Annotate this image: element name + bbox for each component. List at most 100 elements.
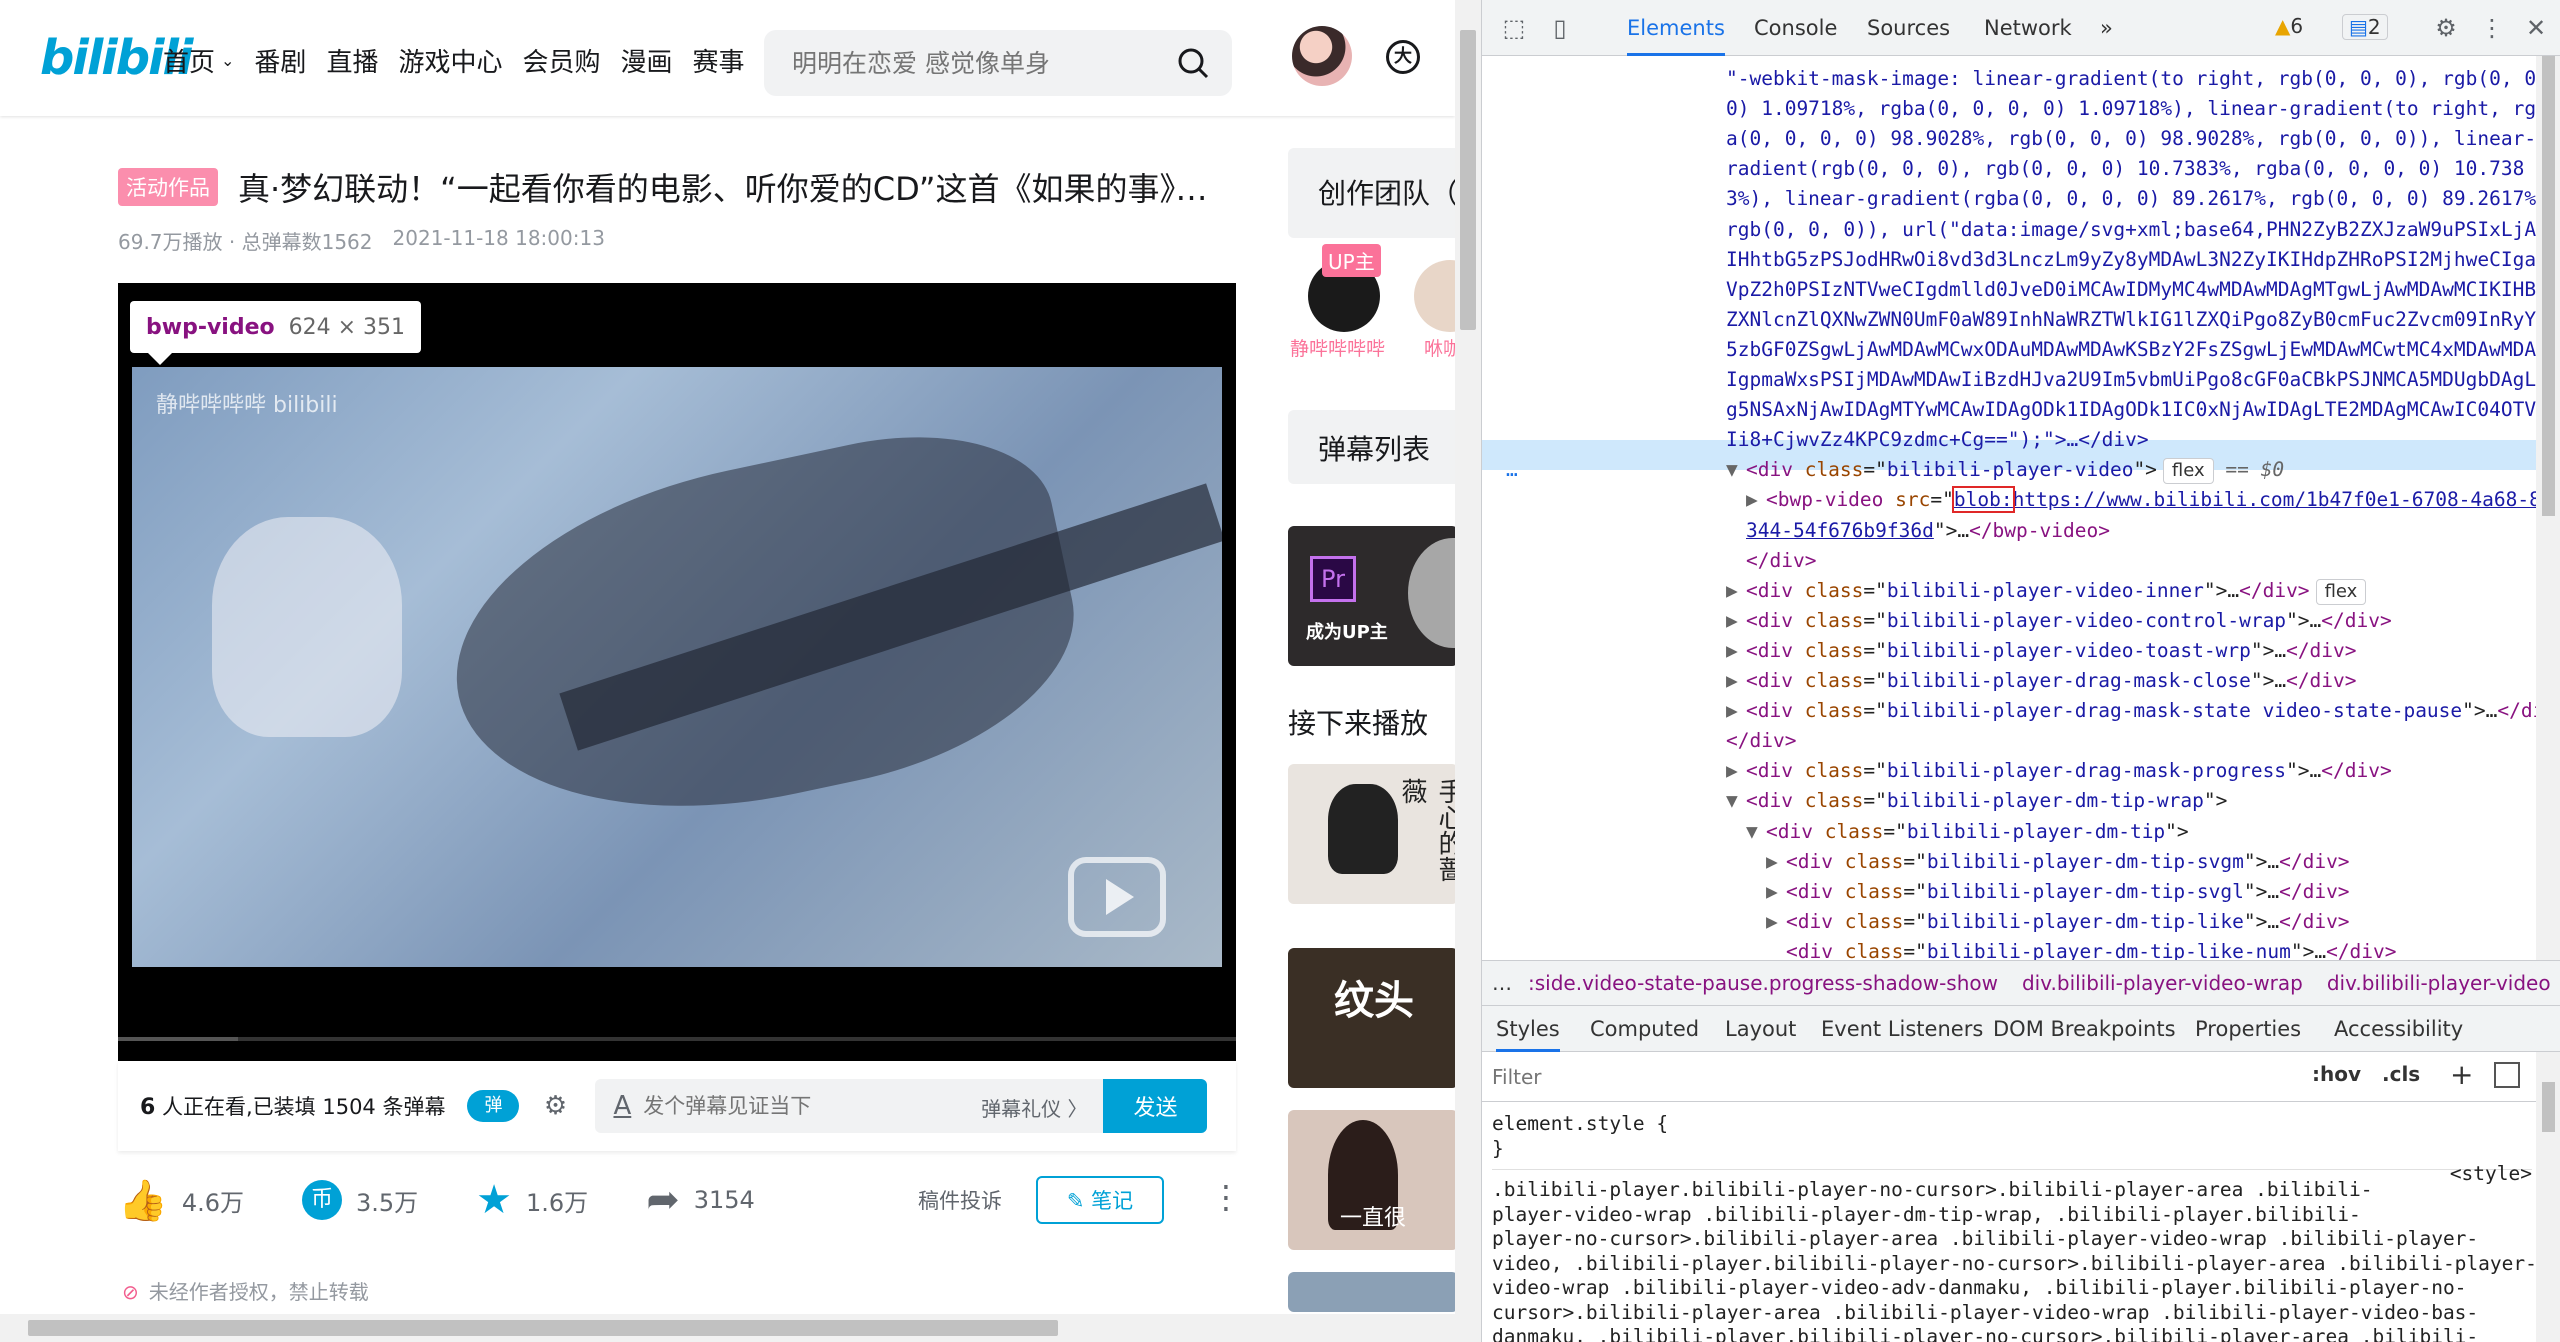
- tab-computed[interactable]: Computed: [1590, 1006, 1699, 1052]
- next-video-thumb-1[interactable]: 手心的蔷薇: [1288, 764, 1455, 904]
- element-style-rule[interactable]: element.style {: [1492, 1112, 2532, 1137]
- dom-node[interactable]: ▼ <div class="bilibili-player-dm-tip-wrap…: [1726, 786, 2227, 816]
- scroll-thumb[interactable]: [2542, 1082, 2555, 1132]
- dom-node[interactable]: ▶ <div class="bilibili-player-dm-tip-like…: [1766, 907, 2350, 937]
- nav-manga[interactable]: 漫画: [620, 42, 672, 79]
- video-frame[interactable]: 静哔哔哔哔 bilibili: [132, 367, 1222, 967]
- new-style-rule-icon[interactable]: +: [2450, 1058, 2473, 1091]
- device-toolbar-icon[interactable]: ▯: [1546, 14, 1574, 42]
- inspect-element-icon[interactable]: ⬚: [1500, 14, 1528, 42]
- dom-attr-text-line[interactable]: Ii8+CjwvZz4KPC9zdmc+Cg==");">…</div>: [1726, 425, 2149, 455]
- more-menu-icon[interactable]: ⋮: [2478, 14, 2506, 42]
- note-button[interactable]: ✎ 笔记: [1036, 1176, 1164, 1224]
- dom-node[interactable]: ▶ <div class="bilibili-player-drag-mask-s…: [1726, 696, 2542, 726]
- ad-banner[interactable]: Pr 成为UP主: [1288, 526, 1455, 666]
- dom-attr-text-line[interactable]: VpZ2h0PSIzNTVweCIgdmlld0JveD0iMCAwIDMyMC…: [1726, 275, 2542, 305]
- next-video-thumb-3[interactable]: 一直很: [1288, 1110, 1455, 1250]
- nav-home[interactable]: 首页 ⌄: [163, 42, 234, 79]
- report-link[interactable]: 稿件投诉: [918, 1185, 1002, 1215]
- hover-state-toggle[interactable]: :hov: [2312, 1062, 2361, 1086]
- settings-gear-icon[interactable]: ⚙: [2432, 14, 2460, 42]
- send-danmaku-button[interactable]: 发送: [1103, 1079, 1208, 1133]
- styles-scrollbar[interactable]: [2536, 1052, 2560, 1342]
- warnings-badge[interactable]: ▲6: [2275, 14, 2303, 38]
- close-icon[interactable]: ✕: [2522, 14, 2550, 42]
- dom-bwp-video-node-cont[interactable]: 344-54f676b9f36d">…</bwp-video>: [1746, 516, 2110, 546]
- breadcrumb-overflow-icon[interactable]: …: [1492, 971, 1512, 995]
- nav-live[interactable]: 直播: [326, 42, 378, 79]
- dom-node[interactable]: ▶ <div class="bilibili-player-dm-tip-svgl…: [1766, 877, 2350, 907]
- dom-attr-text-line[interactable]: radient(rgb(0, 0, 0), rgb(0, 0, 0) 10.73…: [1726, 154, 2524, 184]
- share-button[interactable]: ➦ 3154: [646, 1177, 755, 1223]
- class-toggle[interactable]: .cls: [2382, 1062, 2420, 1086]
- video-player[interactable]: 静哔哔哔哔 bilibili: [118, 283, 1236, 1061]
- player-progress-bar[interactable]: [118, 1037, 1236, 1041]
- breadcrumb-item[interactable]: div.bilibili-player-video-wrap: [2022, 971, 2303, 995]
- more-tabs-icon[interactable]: »: [2100, 0, 2113, 56]
- styles-filter-input[interactable]: [1492, 1060, 2292, 1094]
- tab-dom-breakpoints[interactable]: DOM Breakpoints: [1993, 1006, 2176, 1052]
- nav-game-center[interactable]: 游戏中心: [398, 42, 502, 79]
- dom-attr-text-line[interactable]: 3%), linear-gradient(rgba(0, 0, 0, 0) 89…: [1726, 184, 2542, 214]
- danmaku-list-header[interactable]: 弹幕列表: [1288, 410, 1455, 484]
- play-tv-icon[interactable]: [1068, 857, 1166, 937]
- tab-properties[interactable]: Properties: [2195, 1006, 2301, 1052]
- favorite-button[interactable]: ★ 1.6万: [476, 1177, 588, 1223]
- next-video-thumb-2[interactable]: 纹头: [1288, 948, 1455, 1088]
- page-vertical-scrollbar[interactable]: [1455, 0, 1481, 1342]
- dom-attr-text-line[interactable]: IHhtbG5zPSJodHRwOi8vd3d3LnczLm9yZy8yMDAw…: [1726, 245, 2542, 275]
- dom-attr-text-line[interactable]: 0) 1.09718%, rgba(0, 0, 0, 0) 1.09718%),…: [1726, 94, 2542, 124]
- like-button[interactable]: 👍 4.6万: [118, 1177, 244, 1224]
- style-source-link[interactable]: <style>: [2450, 1162, 2532, 1187]
- breadcrumb-item[interactable]: :side.video-state-pause.progress-shadow-…: [1528, 971, 1998, 995]
- nav-mall[interactable]: 会员购: [522, 42, 600, 79]
- more-options-icon[interactable]: ⋮: [1210, 1178, 1242, 1216]
- dom-attr-text-line[interactable]: "-webkit-mask-image: linear-gradient(to …: [1726, 64, 2542, 94]
- dom-ellipsis-icon[interactable]: …: [1506, 455, 1518, 485]
- danmaku-etiquette-link[interactable]: 弹幕礼仪 〉: [981, 1093, 1087, 1122]
- dom-tree-scrollbar[interactable]: [2536, 56, 2560, 960]
- nav-anime[interactable]: 番剧: [254, 42, 306, 79]
- dom-close-tag[interactable]: </div>: [1726, 726, 1796, 756]
- co-creator-name[interactable]: 咻咖: [1424, 334, 1455, 361]
- dom-attr-text-line[interactable]: g5NSAxNjAwIDAgMTYwMCAwIDAgODk1IDAgODk1IC…: [1726, 395, 2542, 425]
- next-video-thumb-4[interactable]: [1288, 1272, 1455, 1312]
- dom-selected-node[interactable]: ▼ <div class="bilibili-player-video"> flex…: [1506, 455, 2284, 485]
- danmaku-input[interactable]: [643, 1079, 944, 1133]
- nav-esports[interactable]: 赛事: [693, 42, 745, 79]
- messages-badge[interactable]: ▤2: [2342, 14, 2388, 40]
- co-creator-avatar[interactable]: [1414, 260, 1455, 332]
- activity-tag[interactable]: 活动作品: [118, 168, 218, 206]
- style-rule-selectors[interactable]: .bilibili-player.bilibili-player-no-curs…: [1492, 1178, 2537, 1342]
- dom-attr-text-line[interactable]: ZXNlcnZlQXNwZWN0UmF0aW89InhNaWRZTWlkIG1l…: [1726, 305, 2542, 335]
- up-name[interactable]: 静哔哔哔哔: [1290, 334, 1385, 361]
- dom-attr-text-line[interactable]: a(0, 0, 0, 0) 98.9028%, rgb(0, 0, 0) 98.…: [1726, 124, 2542, 154]
- dom-bwp-video-node[interactable]: ▶ <bwp-video src="blob:https://www.bilibi…: [1746, 485, 2541, 515]
- search-icon[interactable]: [1176, 46, 1210, 80]
- tab-sources[interactable]: Sources: [1867, 0, 1950, 56]
- dom-attr-text-line[interactable]: IgpmaWxsPSIjMDAwMDAwIiBzdHJva2U9Im5vbmUi…: [1726, 365, 2542, 395]
- dom-node[interactable]: <div class="bilibili-player-dm-tip-like-…: [1766, 937, 2397, 960]
- big-member-icon[interactable]: 大: [1386, 40, 1420, 74]
- dom-attr-text-line[interactable]: 5zbGF0ZSgwLjAwMDAwMCwxODAuMDAwMDAwKSBzY2…: [1726, 335, 2542, 365]
- dom-node[interactable]: ▶ <div class="bilibili-player-dm-tip-svgm…: [1766, 847, 2350, 877]
- scroll-thumb[interactable]: [28, 1320, 1058, 1336]
- search-input[interactable]: [792, 30, 1152, 96]
- dom-attr-text-line[interactable]: rgb(0, 0, 0)), url("data:image/svg+xml;b…: [1726, 215, 2542, 245]
- computed-sidebar-toggle-icon[interactable]: [2494, 1062, 2520, 1088]
- dom-node[interactable]: ▶ <div class="bilibili-player-drag-mask-c…: [1726, 666, 2357, 696]
- tab-styles[interactable]: Styles: [1496, 1006, 1560, 1052]
- font-style-icon[interactable]: A: [613, 1091, 631, 1121]
- danmaku-toggle[interactable]: 弹: [467, 1090, 520, 1122]
- dom-node[interactable]: ▶ <div class="bilibili-player-video-inner…: [1726, 576, 2367, 606]
- scroll-thumb[interactable]: [2542, 56, 2555, 516]
- page-horizontal-scrollbar[interactable]: [0, 1314, 1455, 1342]
- dom-node[interactable]: ▶ <div class="bilibili-player-video-contr…: [1726, 606, 2392, 636]
- tab-console[interactable]: Console: [1754, 0, 1837, 56]
- scroll-thumb[interactable]: [1460, 30, 1476, 330]
- danmaku-settings-icon[interactable]: ⚙: [535, 1090, 575, 1122]
- dom-node[interactable]: ▶ <div class="bilibili-player-drag-mask-p…: [1726, 756, 2392, 786]
- dom-close-tag[interactable]: </div>: [1746, 546, 1816, 576]
- tab-elements[interactable]: Elements: [1627, 0, 1725, 56]
- breadcrumb-item[interactable]: div.bilibili-player-video: [2327, 971, 2551, 995]
